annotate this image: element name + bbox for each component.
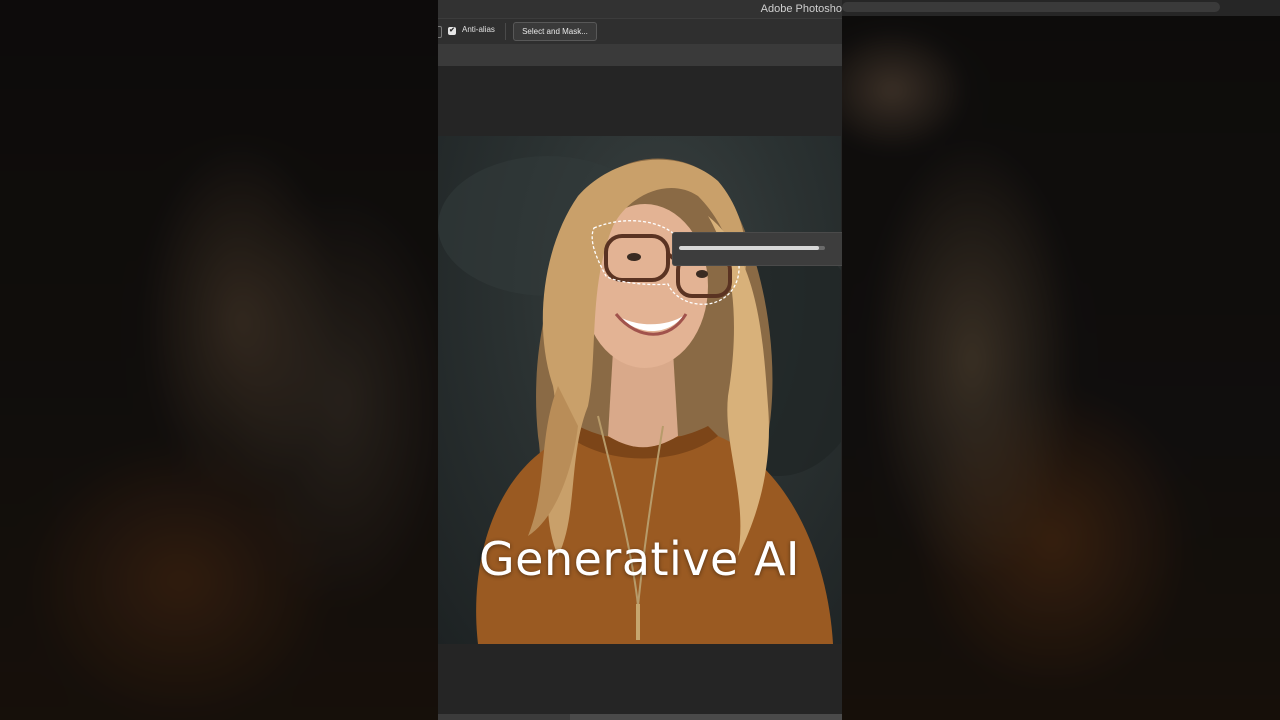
options-divider [505, 23, 506, 40]
photoshop-window: Adobe Photosho ✔ Anti-alias Select and M… [438, 0, 842, 720]
top-scroll-strip [842, 0, 1280, 16]
blurred-background-right [842, 0, 1280, 720]
option-checkbox[interactable] [438, 26, 442, 38]
progress-bar-fill [679, 246, 820, 250]
anti-alias-label: Anti-alias [462, 25, 495, 34]
generative-fill-progress-panel [672, 232, 842, 266]
video-caption: Generative AI [479, 532, 800, 586]
tool-options-bar: ✔ Anti-alias Select and Mask... [438, 18, 842, 45]
canvas-area[interactable]: Generative AI [438, 66, 842, 720]
portrait-photo: Generative AI [438, 136, 841, 644]
window-title: Adobe Photosho [760, 3, 842, 15]
scrollbar-thumb[interactable] [570, 714, 842, 720]
bottom-scrollbar[interactable] [438, 714, 842, 720]
select-and-mask-button[interactable]: Select and Mask... [513, 22, 597, 41]
document-tab-bar[interactable] [438, 44, 842, 66]
title-bar: Adobe Photosho [438, 0, 842, 18]
anti-alias-checkbox[interactable]: ✔ [448, 27, 456, 35]
progress-bar [679, 246, 825, 250]
horizontal-scrollbar[interactable] [842, 2, 1220, 12]
blurred-background-left [0, 0, 438, 720]
